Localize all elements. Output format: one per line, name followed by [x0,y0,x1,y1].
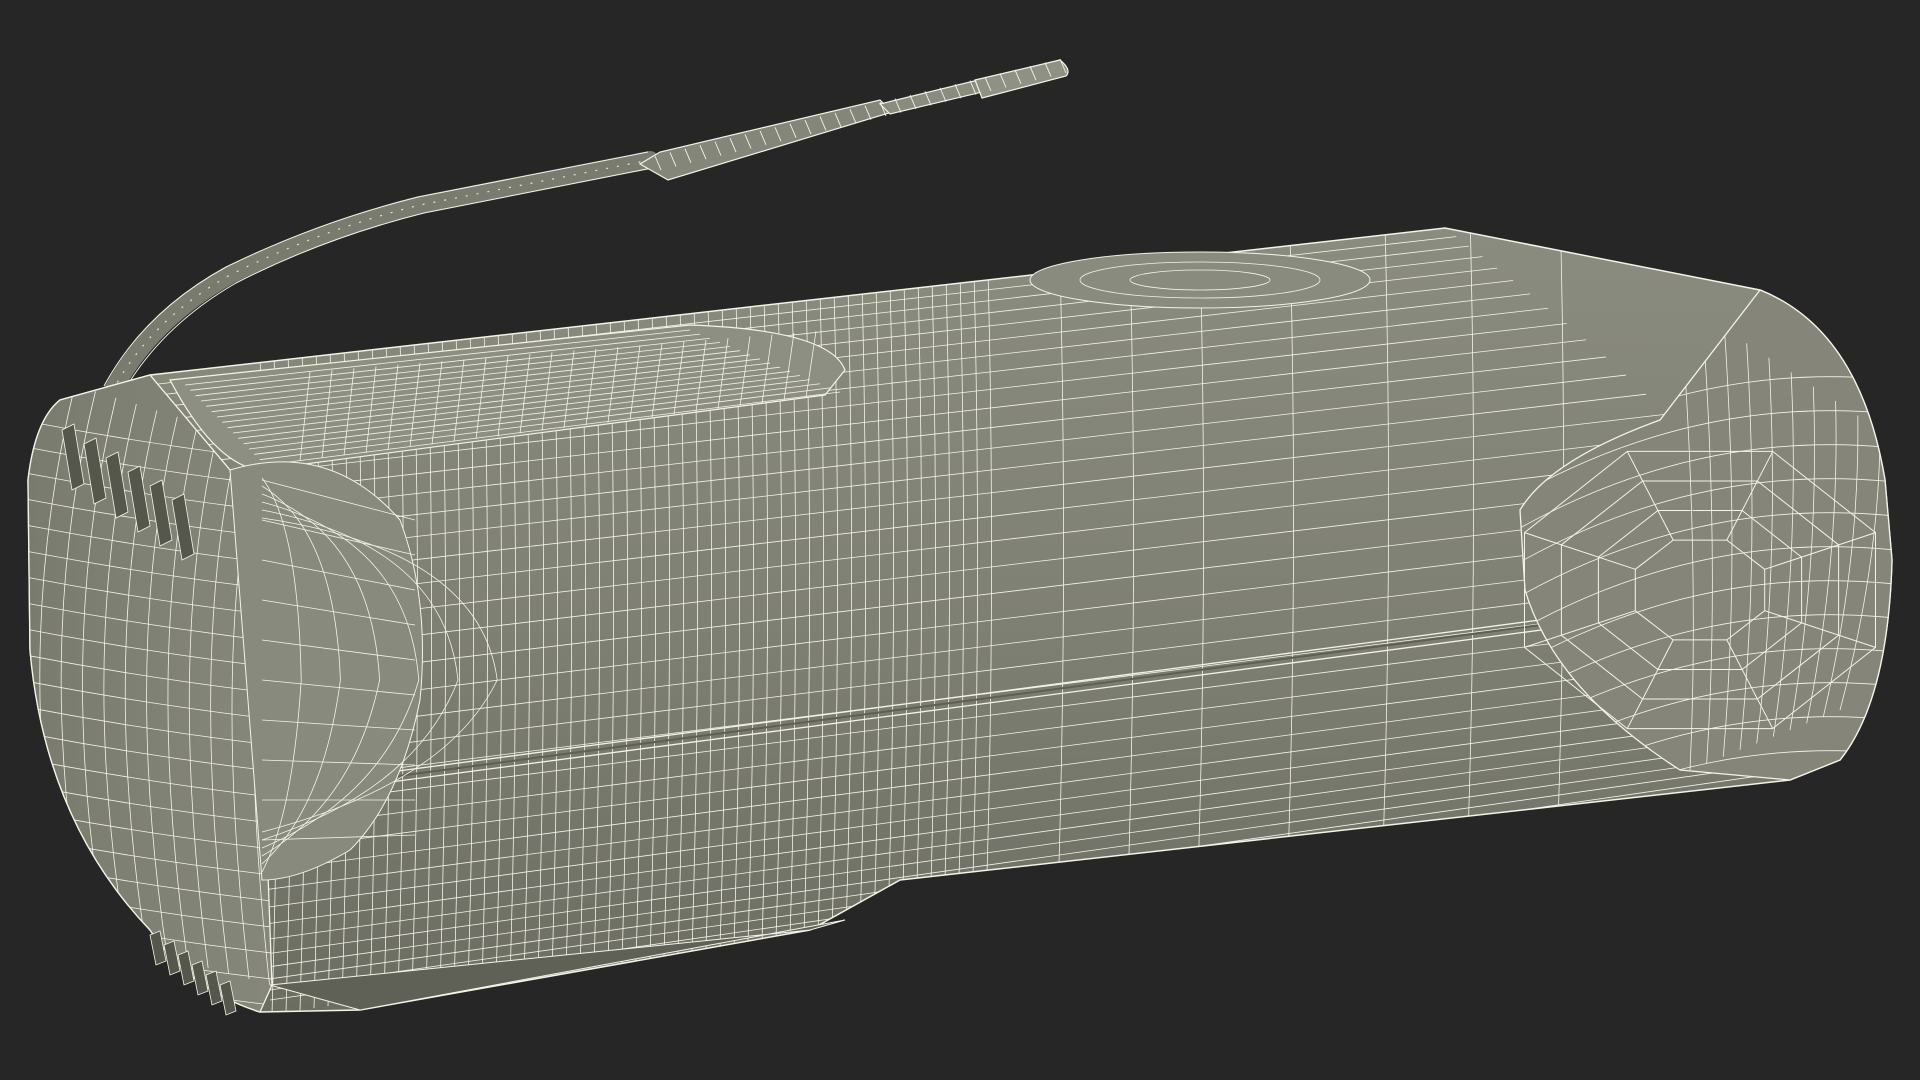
plug-tip [974,59,1069,99]
top-circular-recess [1029,251,1371,309]
wireframe-render-viewport [27,58,1893,1016]
plug-ferrule [638,99,894,181]
device-body [27,227,1893,1016]
